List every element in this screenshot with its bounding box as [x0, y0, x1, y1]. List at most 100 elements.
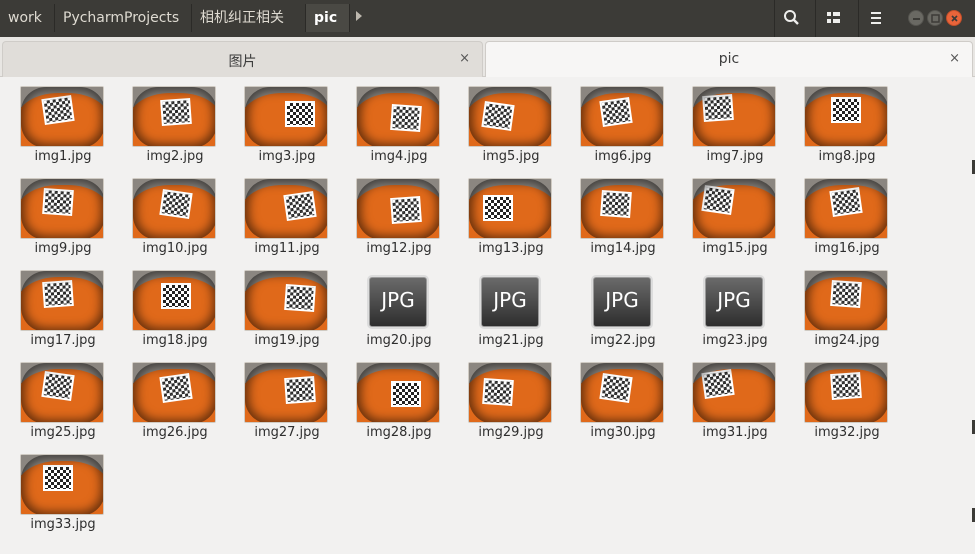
file-item[interactable]: img2.jpg	[125, 86, 225, 174]
file-item[interactable]: img4.jpg	[349, 86, 449, 174]
image-thumbnail	[804, 270, 888, 331]
tab-pictures[interactable]: 图片 ×	[2, 41, 483, 77]
tab-label: 图片	[228, 54, 257, 70]
file-item[interactable]: img28.jpg	[349, 362, 449, 450]
file-name: img16.jpg	[814, 241, 880, 256]
tab-label: pic	[718, 51, 740, 67]
file-name: img11.jpg	[254, 241, 320, 256]
file-item[interactable]: img29.jpg	[461, 362, 561, 450]
hamburger-menu-icon	[871, 12, 881, 24]
jpg-file-icon: JPG	[481, 277, 539, 327]
file-item[interactable]: img33.jpg	[13, 454, 113, 542]
tab-close-icon[interactable]: ×	[949, 51, 960, 66]
search-button[interactable]	[774, 0, 808, 37]
menu-button[interactable]	[858, 0, 892, 37]
jpg-icon-label: JPG	[717, 288, 751, 312]
file-name: img28.jpg	[366, 425, 432, 440]
image-thumbnail	[468, 178, 552, 239]
image-thumbnail	[244, 86, 328, 147]
image-thumbnail	[132, 86, 216, 147]
file-item[interactable]: img1.jpg	[13, 86, 113, 174]
minimize-icon	[913, 18, 920, 20]
file-item[interactable]: img27.jpg	[237, 362, 337, 450]
file-item[interactable]: img16.jpg	[797, 178, 897, 266]
file-item[interactable]: img5.jpg	[461, 86, 561, 174]
file-item[interactable]: img30.jpg	[573, 362, 673, 450]
file-item[interactable]: JPG img20.jpg	[349, 270, 449, 358]
file-name: img33.jpg	[30, 517, 96, 532]
file-item[interactable]: img6.jpg	[573, 86, 673, 174]
file-item[interactable]: img31.jpg	[685, 362, 785, 450]
minimize-button[interactable]	[908, 10, 924, 26]
image-thumbnail	[692, 362, 776, 423]
image-thumbnail	[20, 178, 104, 239]
image-thumbnail	[468, 86, 552, 147]
file-name: img2.jpg	[146, 149, 204, 164]
jpg-icon-label: JPG	[381, 288, 415, 312]
search-icon	[784, 10, 799, 25]
tab-bar: 图片 × pic ×	[0, 37, 975, 77]
file-item[interactable]: JPG img22.jpg	[573, 270, 673, 358]
file-item[interactable]: img32.jpg	[797, 362, 897, 450]
file-item[interactable]: img25.jpg	[13, 362, 113, 450]
file-item[interactable]: img24.jpg	[797, 270, 897, 358]
tab-close-icon[interactable]: ×	[459, 51, 470, 66]
file-item[interactable]: img15.jpg	[685, 178, 785, 266]
image-thumbnail	[804, 362, 888, 423]
image-thumbnail	[468, 362, 552, 423]
image-thumbnail	[20, 454, 104, 515]
file-item[interactable]: img7.jpg	[685, 86, 785, 174]
image-thumbnail	[580, 86, 664, 147]
image-thumbnail	[132, 362, 216, 423]
breadcrumb-camera-correction[interactable]: 相机纠正相关	[192, 4, 306, 32]
image-thumbnail	[692, 178, 776, 239]
file-item[interactable]: img9.jpg	[13, 178, 113, 266]
file-item[interactable]: img17.jpg	[13, 270, 113, 358]
file-item[interactable]: img18.jpg	[125, 270, 225, 358]
image-thumbnail	[804, 86, 888, 147]
file-item[interactable]: img3.jpg	[237, 86, 337, 174]
file-item[interactable]: img11.jpg	[237, 178, 337, 266]
file-item[interactable]: img26.jpg	[125, 362, 225, 450]
file-name: img5.jpg	[482, 149, 540, 164]
file-name: img22.jpg	[590, 333, 656, 348]
breadcrumb-pic[interactable]: pic	[306, 4, 350, 32]
maximize-icon	[931, 14, 940, 23]
image-thumbnail	[356, 86, 440, 147]
jpg-file-icon: JPG	[593, 277, 651, 327]
jpg-file-icon: JPG	[369, 277, 427, 327]
jpg-file-icon: JPG	[705, 277, 763, 327]
file-item[interactable]: img10.jpg	[125, 178, 225, 266]
close-icon	[951, 15, 958, 22]
file-name: img31.jpg	[702, 425, 768, 440]
image-thumbnail	[692, 86, 776, 147]
breadcrumb-work[interactable]: work	[0, 4, 55, 32]
file-item[interactable]: img14.jpg	[573, 178, 673, 266]
file-item[interactable]: img13.jpg	[461, 178, 561, 266]
close-window-button[interactable]	[946, 10, 962, 26]
file-name: img10.jpg	[142, 241, 208, 256]
file-name: img14.jpg	[590, 241, 656, 256]
image-thumbnail	[580, 178, 664, 239]
image-thumbnail	[20, 362, 104, 423]
file-name: img13.jpg	[478, 241, 544, 256]
image-thumbnail	[244, 362, 328, 423]
file-name: img15.jpg	[702, 241, 768, 256]
file-item[interactable]: img19.jpg	[237, 270, 337, 358]
jpg-icon-label: JPG	[605, 288, 639, 312]
breadcrumb-pycharmprojects[interactable]: PycharmProjects	[55, 4, 192, 32]
file-item[interactable]: JPG img21.jpg	[461, 270, 561, 358]
image-thumbnail	[356, 362, 440, 423]
view-toggle-button[interactable]	[815, 0, 849, 37]
file-name: img19.jpg	[254, 333, 320, 348]
tab-pic[interactable]: pic ×	[485, 41, 973, 77]
file-item[interactable]: JPG img23.jpg	[685, 270, 785, 358]
image-thumbnail	[580, 362, 664, 423]
image-thumbnail	[244, 178, 328, 239]
breadcrumb-next-arrow-icon[interactable]	[356, 11, 362, 21]
file-name: img24.jpg	[814, 333, 880, 348]
maximize-button[interactable]	[927, 10, 943, 26]
file-item[interactable]: img8.jpg	[797, 86, 897, 174]
file-item[interactable]: img12.jpg	[349, 178, 449, 266]
file-name: img21.jpg	[478, 333, 544, 348]
